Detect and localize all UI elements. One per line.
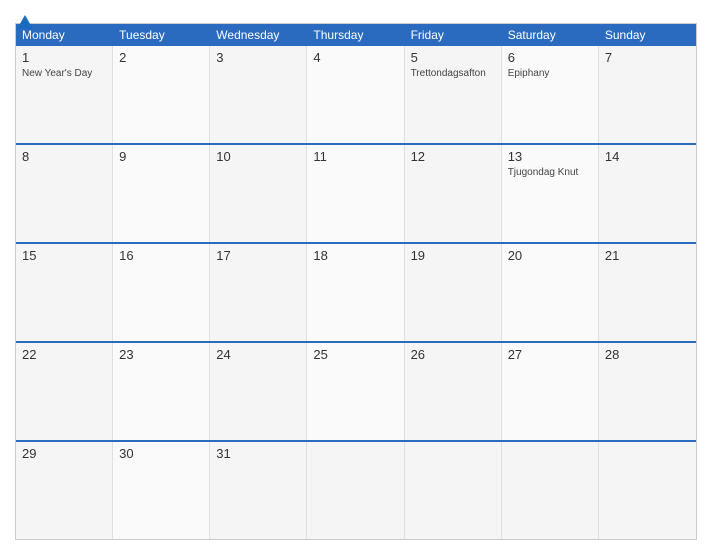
day-header-friday: Friday [405, 24, 502, 46]
day-cell: 20 [502, 244, 599, 341]
day-cell: 29 [16, 442, 113, 539]
day-number: 13 [508, 149, 592, 164]
day-cell: 25 [307, 343, 404, 440]
day-number: 6 [508, 50, 592, 65]
day-number: 29 [22, 446, 106, 461]
logo-blue-text [15, 15, 33, 29]
day-cell [405, 442, 502, 539]
day-cell: 6 Epiphany [502, 46, 599, 143]
day-number: 25 [313, 347, 397, 362]
week-row-3: 22 23 24 25 26 27 28 [16, 341, 696, 440]
day-cell [599, 442, 696, 539]
day-header-saturday: Saturday [502, 24, 599, 46]
day-cell: 26 [405, 343, 502, 440]
day-number: 22 [22, 347, 106, 362]
holiday-name: New Year's Day [22, 67, 106, 80]
week-row-0: 1 New Year's Day 2345 Trettondagsafton 6 Epip… [16, 46, 696, 143]
logo-triangle-icon [17, 15, 33, 29]
calendar-container: MondayTuesdayWednesdayThursdayFridaySatu… [0, 0, 712, 550]
day-header-thursday: Thursday [307, 24, 404, 46]
day-cell: 18 [307, 244, 404, 341]
day-cell: 1 New Year's Day [16, 46, 113, 143]
day-cell: 14 [599, 145, 696, 242]
day-cell: 22 [16, 343, 113, 440]
day-cell: 23 [113, 343, 210, 440]
day-number: 28 [605, 347, 690, 362]
day-cell: 2 [113, 46, 210, 143]
day-cell: 13 Tjugondag Knut [502, 145, 599, 242]
day-number: 2 [119, 50, 203, 65]
day-header-wednesday: Wednesday [210, 24, 307, 46]
day-number: 12 [411, 149, 495, 164]
day-number: 17 [216, 248, 300, 263]
day-number: 10 [216, 149, 300, 164]
day-headers-row: MondayTuesdayWednesdayThursdayFridaySatu… [16, 24, 696, 46]
day-cell: 27 [502, 343, 599, 440]
day-number: 19 [411, 248, 495, 263]
day-cell: 11 [307, 145, 404, 242]
day-number: 8 [22, 149, 106, 164]
day-cell: 7 [599, 46, 696, 143]
holiday-name: Trettondagsafton [411, 67, 495, 80]
day-number: 30 [119, 446, 203, 461]
day-number: 1 [22, 50, 106, 65]
holiday-name: Epiphany [508, 67, 592, 80]
calendar-grid: MondayTuesdayWednesdayThursdayFridaySatu… [15, 23, 697, 540]
day-cell: 4 [307, 46, 404, 143]
day-cell: 28 [599, 343, 696, 440]
day-number: 27 [508, 347, 592, 362]
day-number: 23 [119, 347, 203, 362]
day-number: 20 [508, 248, 592, 263]
logo [15, 15, 33, 29]
day-number: 4 [313, 50, 397, 65]
day-cell: 15 [16, 244, 113, 341]
day-header-sunday: Sunday [599, 24, 696, 46]
day-number: 16 [119, 248, 203, 263]
day-number: 5 [411, 50, 495, 65]
day-number: 9 [119, 149, 203, 164]
week-row-2: 15 16 17 18 19 20 21 [16, 242, 696, 341]
day-cell: 12 [405, 145, 502, 242]
day-number: 18 [313, 248, 397, 263]
week-row-4: 29 30 31 [16, 440, 696, 539]
day-header-tuesday: Tuesday [113, 24, 210, 46]
day-number: 31 [216, 446, 300, 461]
day-number: 7 [605, 50, 690, 65]
day-number: 15 [22, 248, 106, 263]
day-number: 14 [605, 149, 690, 164]
week-row-1: 89 10 11 12 13 Tjugondag Knut 14 [16, 143, 696, 242]
day-cell: 21 [599, 244, 696, 341]
day-cell: 10 [210, 145, 307, 242]
weeks-container: 1New Year's Day2345Trettondagsafton6Epip… [16, 46, 696, 539]
day-number: 24 [216, 347, 300, 362]
day-number: 21 [605, 248, 690, 263]
day-cell: 19 [405, 244, 502, 341]
day-cell: 16 [113, 244, 210, 341]
day-cell: 31 [210, 442, 307, 539]
day-cell: 17 [210, 244, 307, 341]
day-cell: 8 [16, 145, 113, 242]
day-cell: 3 [210, 46, 307, 143]
day-number: 26 [411, 347, 495, 362]
day-number: 3 [216, 50, 300, 65]
day-cell: 24 [210, 343, 307, 440]
day-cell: 5 Trettondagsafton [405, 46, 502, 143]
day-cell: 9 [113, 145, 210, 242]
holiday-name: Tjugondag Knut [508, 166, 592, 179]
day-number: 11 [313, 149, 397, 164]
day-cell [307, 442, 404, 539]
day-cell [502, 442, 599, 539]
day-cell: 30 [113, 442, 210, 539]
